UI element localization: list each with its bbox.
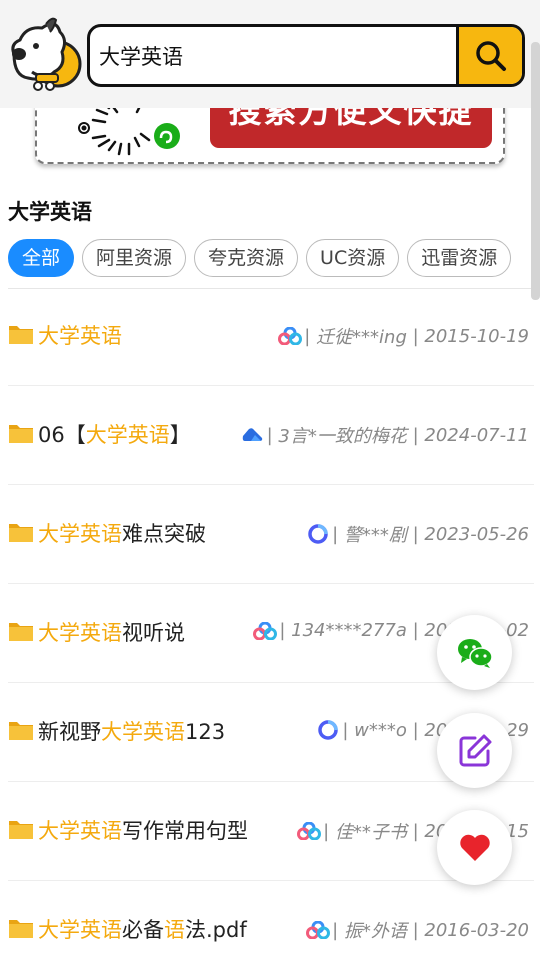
result-meta: | 迁徙***ing | 2015-10-19 — [278, 323, 529, 349]
meta-sep: | — [406, 919, 425, 941]
list-item[interactable]: 大学英语必备语法.pdf | 振*外语 | 2016-03-20 — [8, 881, 534, 960]
title-segment: 写作常用句型 — [122, 819, 248, 843]
result-user: 警***剧 — [343, 525, 407, 546]
result-user: 佳**子书 — [334, 822, 407, 843]
dog-logo-icon[interactable] — [6, 14, 82, 92]
baidu-netdisk-icon — [297, 822, 322, 840]
folder-icon — [9, 524, 33, 542]
title-segment: 大学英语 — [85, 423, 170, 447]
aliyun-drive-icon — [242, 428, 262, 441]
favorite-button[interactable] — [437, 810, 512, 885]
search-button[interactable] — [456, 27, 522, 84]
meta-sep: | — [406, 523, 425, 545]
meta-sep: | — [406, 424, 425, 446]
heart-icon — [459, 834, 490, 861]
quark-drive-icon — [308, 524, 328, 544]
list-item[interactable]: 大学英语 | 迁徙***ing | 2015-10-19 — [8, 287, 534, 386]
edit-button[interactable] — [437, 713, 512, 788]
title-segment: 】 — [169, 423, 191, 447]
title-segment: 新视野 — [38, 720, 101, 744]
result-user: 振*外语 — [343, 921, 407, 942]
meta-sep: | — [342, 719, 355, 741]
wechat-icon — [457, 638, 493, 668]
title-segment: 大学英语 — [38, 918, 122, 942]
meta-sep: | — [279, 620, 292, 641]
result-title[interactable]: 大学英语必备语法.pdf — [38, 914, 247, 944]
meta-sep: | — [406, 719, 425, 741]
search-box — [87, 24, 525, 87]
folder-icon — [9, 326, 33, 344]
result-date: 2015-10-19 — [424, 325, 529, 347]
result-meta: | 警***剧 | 2023-05-26 — [306, 521, 529, 547]
title-segment: 大学英语 — [101, 720, 185, 744]
result-user: 迁徙***ing — [316, 327, 407, 348]
result-title[interactable]: 大学英语视听说 — [38, 617, 185, 647]
folder-icon — [9, 425, 33, 443]
title-segment: 必备 — [122, 918, 164, 942]
scrollbar[interactable] — [531, 42, 540, 300]
quark-drive-icon — [318, 720, 339, 740]
folder-icon — [9, 821, 33, 839]
list-item[interactable]: 06【大学英语】 | 3言*一致的梅花 | 2024-07-11 — [8, 386, 534, 485]
result-user: 3言*一致的梅花 — [278, 426, 407, 447]
meta-sep: | — [332, 523, 344, 545]
result-meta: | 3言*一致的梅花 | 2024-07-11 — [241, 422, 529, 448]
meta-sep: | — [266, 424, 279, 446]
result-title[interactable]: 新视野大学英语123 — [38, 716, 225, 746]
filter-xunlei[interactable]: 迅雷资源 — [407, 239, 512, 277]
folder-icon — [9, 722, 33, 740]
source-filter-tabs: 全部 阿里资源 夸克资源 UC资源 迅雷资源 — [8, 239, 512, 277]
title-segment: 大学英语 — [38, 522, 122, 546]
title-segment: 法.pdf — [185, 918, 247, 942]
search-icon — [475, 40, 506, 71]
baidu-netdisk-icon — [306, 921, 331, 939]
folder-icon — [9, 623, 33, 641]
meta-sep: | — [406, 820, 425, 842]
result-title[interactable]: 大学英语 — [38, 320, 122, 350]
baidu-netdisk-icon — [278, 327, 303, 345]
result-user: 134****277a — [291, 620, 407, 641]
list-item[interactable]: 大学英语难点突破 | 警***剧 | 2023-05-26 — [8, 485, 534, 584]
title-segment: 大学英语 — [38, 819, 122, 843]
header — [0, 0, 540, 108]
result-meta: | 振*外语 | 2016-03-20 — [306, 917, 529, 943]
meta-sep: | — [304, 325, 317, 347]
result-title[interactable]: 大学英语写作常用句型 — [38, 815, 248, 845]
result-title[interactable]: 大学英语难点突破 — [38, 518, 206, 548]
meta-sep: | — [323, 820, 335, 842]
filter-all[interactable]: 全部 — [8, 239, 75, 277]
search-input[interactable] — [90, 27, 458, 84]
meta-sep: | — [406, 620, 425, 641]
title-segment: 06【 — [38, 423, 86, 447]
wechat-button[interactable] — [437, 615, 512, 690]
result-date: 2023-05-26 — [424, 523, 529, 545]
result-date: 2024-07-11 — [424, 424, 529, 446]
page-title: 大学英语 — [8, 200, 92, 224]
filter-aliyun[interactable]: 阿里资源 — [82, 239, 187, 277]
meta-sep: | — [406, 325, 425, 347]
filter-quark[interactable]: 夸克资源 — [194, 239, 299, 277]
title-segment: 大学英语 — [38, 621, 122, 645]
result-date: 2016-03-20 — [424, 919, 529, 941]
title-segment: 难点突破 — [122, 522, 206, 546]
baidu-netdisk-icon — [253, 621, 278, 640]
folder-icon — [9, 920, 33, 938]
title-segment: 视听说 — [122, 621, 185, 645]
edit-icon — [459, 734, 491, 766]
title-segment: 大学英语 — [38, 324, 122, 348]
title-segment: 123 — [185, 720, 226, 744]
result-user: w***o — [354, 719, 407, 741]
filter-uc[interactable]: UC资源 — [306, 239, 400, 277]
title-segment: 语 — [164, 918, 185, 942]
result-title[interactable]: 06【大学英语】 — [38, 419, 191, 449]
meta-sep: | — [332, 919, 344, 941]
